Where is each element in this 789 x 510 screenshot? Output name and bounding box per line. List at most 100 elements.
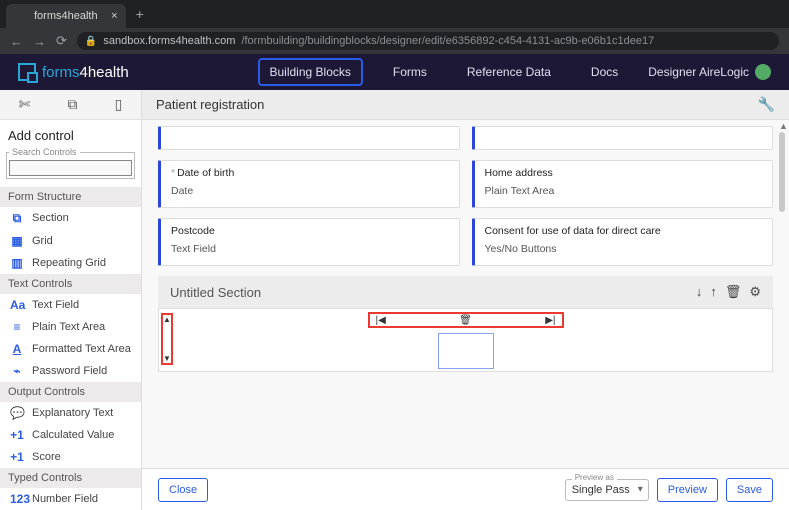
- group-output-controls: Output Controls: [0, 382, 141, 402]
- palette-section[interactable]: ⧉Section: [0, 207, 141, 230]
- section-title: Patient registration: [156, 97, 264, 112]
- new-tab-button[interactable]: +: [126, 0, 154, 28]
- card-consent-title: Consent for use of data for direct care: [485, 225, 763, 237]
- group-typed-controls: Typed Controls: [0, 468, 141, 488]
- browser-tab[interactable]: forms4health ×: [6, 4, 126, 28]
- settings-icon[interactable]: 🔧: [758, 96, 775, 113]
- back-icon[interactable]: ←: [10, 34, 23, 49]
- footer: Close Preview as Single Pass Preview Sav…: [142, 468, 789, 510]
- palette-grid[interactable]: ▦Grid: [0, 230, 141, 252]
- browser-tab-strip: forms4health × +: [0, 0, 789, 28]
- formatted-text-area-icon: A: [10, 342, 24, 356]
- untitled-body[interactable]: ▲▼ |◀ 🗑 ▶|: [158, 308, 773, 372]
- palette-plain-text-area[interactable]: ≡Plain Text Area: [0, 316, 141, 338]
- palette-calculated-value[interactable]: +1Calculated Value: [0, 424, 141, 446]
- canvas-scroll[interactable]: *Date of birth Date Home address Plain T…: [142, 120, 789, 468]
- tab-title: forms4health: [34, 10, 98, 22]
- sidebar: ✄ ⧉ ▯ Add control Search Controls Form S…: [0, 90, 142, 510]
- empty-cell[interactable]: [438, 333, 494, 369]
- palette-explanatory-text[interactable]: 💬Explanatory Text: [0, 402, 141, 424]
- search-legend: Search Controls: [9, 147, 80, 157]
- search-controls-fieldset: Search Controls: [6, 147, 135, 179]
- url-path: /formbuilding/buildingblocks/designer/ed…: [241, 35, 654, 47]
- close-tab-icon[interactable]: ×: [111, 10, 117, 22]
- untitled-header[interactable]: Untitled Section ↓ ↑ 🗑 ⚙: [158, 276, 773, 308]
- browser-addr-bar: ← → ⟳ 🔒 sandbox.forms4health.com/formbui…: [0, 28, 789, 54]
- sidebar-toolbar: ✄ ⧉ ▯: [0, 90, 141, 120]
- explanatory-text-icon: 💬: [10, 406, 24, 420]
- nav-reference-data[interactable]: Reference Data: [457, 58, 561, 86]
- app-header: forms4health Building Blocks Forms Refer…: [0, 54, 789, 90]
- nav-building-blocks[interactable]: Building Blocks: [258, 58, 363, 86]
- search-input[interactable]: [9, 160, 132, 176]
- scrollbar[interactable]: ▲: [779, 122, 785, 466]
- text-field-icon: Aa: [10, 298, 24, 312]
- preview-as-label: Preview as: [572, 473, 617, 482]
- section-settings-icon[interactable]: ⚙: [749, 284, 761, 300]
- copy-icon[interactable]: ⧉: [67, 96, 77, 113]
- repeating-grid-icon: ▥: [10, 256, 24, 270]
- preview-mode-value: Single Pass: [572, 484, 630, 496]
- cut-icon[interactable]: ✄: [19, 96, 31, 113]
- workspace: ✄ ⧉ ▯ Add control Search Controls Form S…: [0, 90, 789, 510]
- group-form-structure: Form Structure: [0, 187, 141, 207]
- move-up-icon[interactable]: ↑: [710, 284, 717, 300]
- nav-docs[interactable]: Docs: [581, 58, 628, 86]
- group-text-controls: Text Controls: [0, 274, 141, 294]
- paste-icon[interactable]: ▯: [115, 96, 123, 113]
- url-host: sandbox.forms4health.com: [103, 35, 235, 47]
- grid-icon: ▦: [10, 234, 24, 248]
- palette-password-field[interactable]: ⌁Password Field: [0, 360, 141, 382]
- avatar: [755, 64, 771, 80]
- card-home-address[interactable]: Home address Plain Text Area: [472, 160, 774, 208]
- close-button[interactable]: Close: [158, 478, 208, 502]
- card-dob-title: Date of birth: [177, 167, 234, 179]
- skip-last-icon[interactable]: ▶|: [545, 315, 555, 326]
- scroll-up-icon[interactable]: ▲: [779, 122, 785, 131]
- plain-text-area-icon: ≡: [10, 320, 24, 334]
- user-menu[interactable]: Designer AireLogic: [648, 64, 771, 80]
- card-consent[interactable]: Consent for use of data for direct care …: [472, 218, 774, 266]
- card-postcode[interactable]: Postcode Text Field: [158, 218, 460, 266]
- untitled-title: Untitled Section: [170, 285, 261, 300]
- move-down-icon[interactable]: ↓: [696, 284, 703, 300]
- column-handles-highlight: |◀ 🗑 ▶|: [368, 312, 564, 328]
- card-empty-right[interactable]: [472, 126, 774, 150]
- preview-mode-select[interactable]: Preview as Single Pass: [565, 479, 649, 501]
- delete-section-icon[interactable]: 🗑: [725, 284, 742, 300]
- add-control-title: Add control: [0, 120, 141, 147]
- score-icon: +1: [10, 450, 24, 464]
- number-field-icon: 123: [10, 492, 24, 506]
- user-name: Designer AireLogic: [648, 65, 749, 79]
- save-button[interactable]: Save: [726, 478, 773, 502]
- logo-icon: [18, 63, 36, 81]
- delete-icon[interactable]: 🗑: [459, 315, 472, 326]
- palette-repeating-grid[interactable]: ▥Repeating Grid: [0, 252, 141, 274]
- preview-button[interactable]: Preview: [657, 478, 718, 502]
- brand-logo[interactable]: forms4health: [18, 63, 129, 81]
- card-home-title: Home address: [485, 167, 763, 179]
- section-icon: ⧉: [10, 211, 24, 226]
- brand-text-2: 4health: [80, 64, 129, 81]
- untitled-section: Untitled Section ↓ ↑ 🗑 ⚙ ▲▼ |◀ 🗑 ▶|: [158, 276, 773, 372]
- palette-formatted-text-area[interactable]: AFormatted Text Area: [0, 338, 141, 360]
- forward-icon[interactable]: →: [33, 34, 46, 49]
- nav-forms[interactable]: Forms: [383, 58, 437, 86]
- row-handles-highlight: ▲▼: [161, 313, 173, 365]
- palette-number-field[interactable]: 123Number Field: [0, 488, 141, 510]
- card-empty-left[interactable]: [158, 126, 460, 150]
- palette-text-field[interactable]: AaText Field: [0, 294, 141, 316]
- card-dob[interactable]: *Date of birth Date: [158, 160, 460, 208]
- section-header: Patient registration 🔧: [142, 90, 789, 120]
- card-dob-type: Date: [171, 185, 449, 197]
- canvas: Patient registration 🔧 *Date of birth Da…: [142, 90, 789, 510]
- main-nav: Building Blocks Forms Reference Data Doc…: [258, 58, 629, 86]
- palette-score[interactable]: +1Score: [0, 446, 141, 468]
- scroll-thumb[interactable]: [779, 132, 785, 212]
- skip-first-icon[interactable]: |◀: [376, 315, 386, 326]
- reload-icon[interactable]: ⟳: [56, 33, 67, 49]
- calculated-value-icon: +1: [10, 428, 24, 442]
- card-consent-type: Yes/No Buttons: [485, 243, 763, 255]
- url-field[interactable]: 🔒 sandbox.forms4health.com/formbuilding/…: [77, 32, 779, 50]
- password-field-icon: ⌁: [10, 364, 24, 378]
